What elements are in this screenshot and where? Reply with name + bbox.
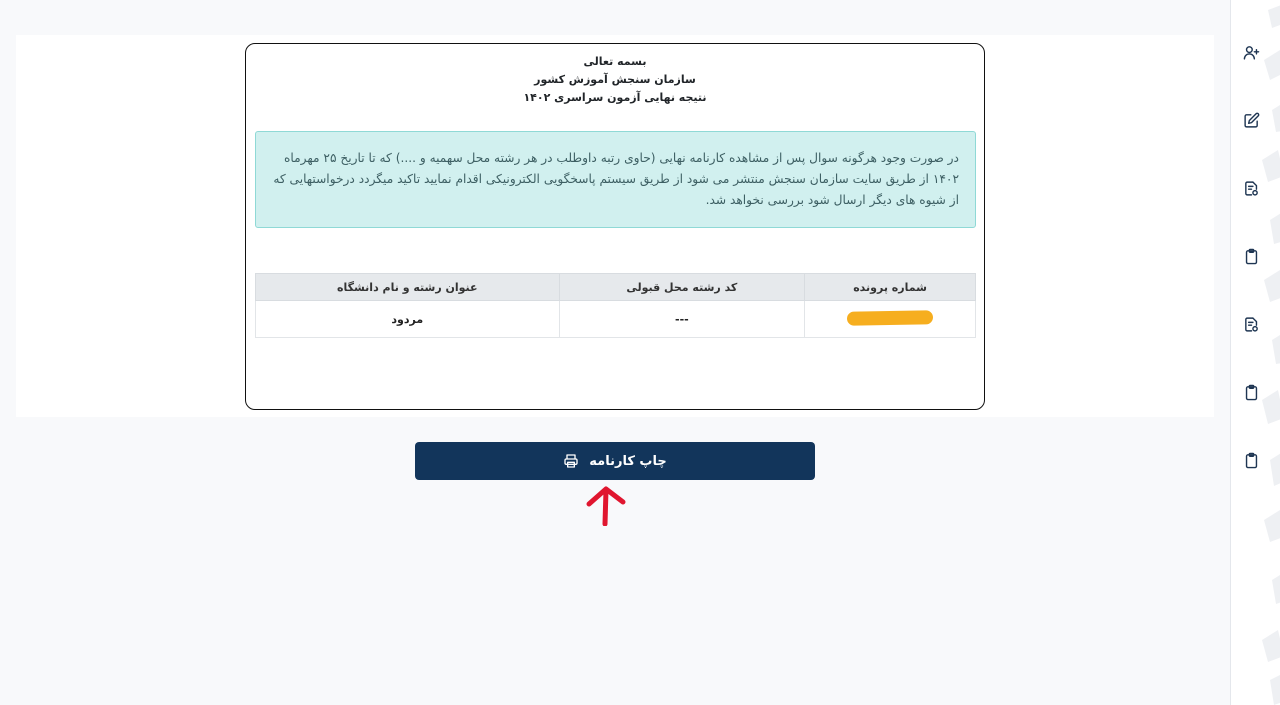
clipboard-icon[interactable] <box>1240 245 1262 267</box>
document-check-icon[interactable] <box>1240 313 1262 335</box>
table-header-row: شماره پرونده کد رشته محل قبولی عنوان رشت… <box>255 273 976 301</box>
clipboard-icon[interactable] <box>1240 449 1262 471</box>
notice-text: در صورت وجود هرگونه سوال پس از مشاهده کا… <box>273 151 959 207</box>
result-table: شماره پرونده کد رشته محل قبولی عنوان رشت… <box>255 273 976 338</box>
edit-icon[interactable] <box>1240 109 1262 131</box>
cell-code: --- <box>558 300 806 338</box>
table-row: --- مردود <box>255 300 976 338</box>
decorative-pattern <box>1262 5 1280 705</box>
side-rail <box>1230 0 1280 705</box>
user-plus-icon[interactable] <box>1240 41 1262 63</box>
document-check-icon[interactable] <box>1240 177 1262 199</box>
clipboard-icon[interactable] <box>1240 381 1262 403</box>
print-report-button[interactable]: چاپ کارنامه <box>415 442 815 480</box>
header-line-1: بسمه تعالی <box>583 55 647 68</box>
cell-title: مردود <box>255 300 560 338</box>
header-line-3: نتیجه نهایی آزمون سراسری ۱۴۰۲ <box>523 91 707 104</box>
notice-alert: در صورت وجود هرگونه سوال پس از مشاهده کا… <box>255 131 976 228</box>
card-header: بسمه تعالی سازمان سنجش آموزش کشور نتیجه … <box>246 53 984 107</box>
page: بسمه تعالی سازمان سنجش آموزش کشور نتیجه … <box>0 0 1280 705</box>
column-header-file-number: شماره پرونده <box>804 273 976 301</box>
print-button-label: چاپ کارنامه <box>589 453 667 469</box>
up-arrow-annotation <box>586 486 626 526</box>
redaction-mark <box>846 309 934 326</box>
cell-file-number <box>804 300 976 338</box>
result-card: بسمه تعالی سازمان سنجش آموزش کشور نتیجه … <box>245 43 985 410</box>
column-header-title: عنوان رشته و نام دانشگاه <box>255 273 560 301</box>
header-line-2: سازمان سنجش آموزش کشور <box>534 73 696 86</box>
column-header-code: کد رشته محل قبولی <box>558 273 806 301</box>
printer-icon <box>563 453 579 469</box>
